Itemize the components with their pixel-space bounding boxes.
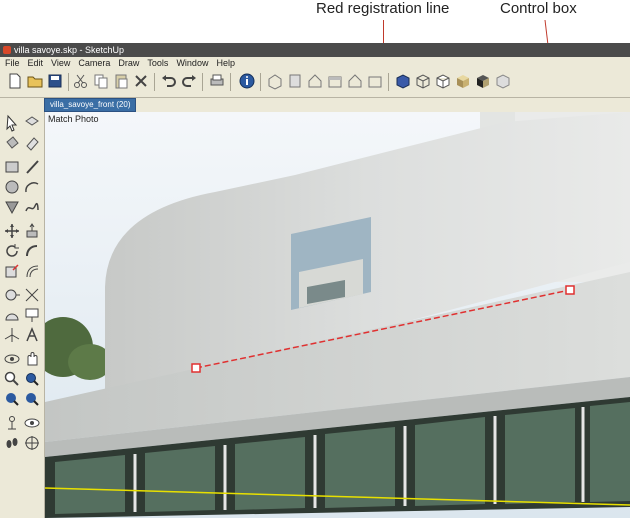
menu-camera[interactable]: Camera xyxy=(75,57,113,69)
scene-tabs-bar: villa_savoye_front (20) xyxy=(0,98,630,112)
front-view-icon[interactable] xyxy=(306,72,324,90)
left-toolbar xyxy=(0,112,45,518)
sketchup-window: villa savoye.skp - SketchUp File Edit View… xyxy=(0,43,630,518)
top-view-icon[interactable] xyxy=(286,72,304,90)
callout-red-registration-line: Red registration line xyxy=(316,0,450,17)
freehand-icon[interactable] xyxy=(23,198,41,216)
red-registration-line xyxy=(195,289,571,369)
control-box-right xyxy=(565,285,575,295)
pan-icon[interactable] xyxy=(23,350,41,368)
open-icon[interactable] xyxy=(26,72,44,90)
title-bar: villa savoye.skp - SketchUp xyxy=(0,43,630,57)
make-component-icon[interactable] xyxy=(23,114,41,132)
undo-icon[interactable] xyxy=(160,72,178,90)
walk-icon[interactable] xyxy=(3,434,21,452)
monochrome-icon[interactable] xyxy=(494,72,512,90)
wireframe-icon[interactable] xyxy=(414,72,432,90)
toolbar-separator xyxy=(260,73,261,91)
axes-icon[interactable] xyxy=(3,326,21,344)
menu-tools[interactable]: Tools xyxy=(144,57,171,69)
menu-draw[interactable]: Draw xyxy=(115,57,142,69)
main-toolbar xyxy=(0,69,630,98)
rectangle-icon[interactable] xyxy=(3,158,21,176)
menu-help[interactable]: Help xyxy=(213,57,238,69)
section-plane-icon[interactable] xyxy=(23,434,41,452)
shaded-icon[interactable] xyxy=(454,72,472,90)
dimension-icon[interactable] xyxy=(23,286,41,304)
orbit-icon[interactable] xyxy=(3,350,21,368)
polygon-icon[interactable] xyxy=(3,198,21,216)
control-box-left xyxy=(191,363,201,373)
callout-control-box: Control box xyxy=(500,0,577,17)
red-registration-line-overlay xyxy=(191,285,575,373)
menu-bar: File Edit View Camera Draw Tools Window Help xyxy=(0,57,630,69)
zoom-window-icon[interactable] xyxy=(23,370,41,388)
sketchup-logo-icon xyxy=(3,46,11,54)
iso-view-icon[interactable] xyxy=(266,72,284,90)
erase-icon[interactable] xyxy=(132,72,150,90)
menu-view[interactable]: View xyxy=(48,57,73,69)
cut-icon[interactable] xyxy=(72,72,90,90)
window-title: villa savoye.skp - SketchUp xyxy=(14,45,125,55)
push-pull-icon[interactable] xyxy=(23,222,41,240)
toolbar-separator xyxy=(202,73,203,91)
toolbar-separator xyxy=(230,73,231,91)
select-icon[interactable] xyxy=(3,114,21,132)
hidden-line-icon[interactable] xyxy=(434,72,452,90)
text-icon[interactable] xyxy=(23,306,41,324)
protractor-icon[interactable] xyxy=(3,306,21,324)
eraser-icon[interactable] xyxy=(23,134,41,152)
shaded-textures-icon[interactable] xyxy=(474,72,492,90)
menu-edit[interactable]: Edit xyxy=(25,57,47,69)
zoom-extents-icon[interactable] xyxy=(23,390,41,408)
model-info-icon[interactable] xyxy=(238,72,256,90)
toolbar-separator xyxy=(154,73,155,91)
arc-icon[interactable] xyxy=(23,178,41,196)
left-view-icon[interactable] xyxy=(366,72,384,90)
zoom-icon[interactable] xyxy=(3,370,21,388)
print-icon[interactable] xyxy=(208,72,226,90)
offset-icon[interactable] xyxy=(23,262,41,280)
save-icon[interactable] xyxy=(46,72,64,90)
toolbar-separator xyxy=(68,73,69,91)
new-icon[interactable] xyxy=(6,72,24,90)
menu-file[interactable]: File xyxy=(2,57,23,69)
tab-villa-savoye-front[interactable]: villa_savoye_front (20) xyxy=(44,98,137,112)
move-icon[interactable] xyxy=(3,222,21,240)
copy-icon[interactable] xyxy=(92,72,110,90)
paint-bucket-icon[interactable] xyxy=(3,134,21,152)
match-photo-label: Match Photo xyxy=(48,114,99,124)
position-camera-icon[interactable] xyxy=(3,414,21,432)
follow-me-icon[interactable] xyxy=(23,242,41,260)
back-view-icon[interactable] xyxy=(346,72,364,90)
tape-measure-icon[interactable] xyxy=(3,286,21,304)
toolbar-separator xyxy=(388,73,389,91)
redo-icon[interactable] xyxy=(180,72,198,90)
drawing-viewport[interactable]: Match Photo xyxy=(45,112,630,518)
scale-icon[interactable] xyxy=(3,262,21,280)
xray-icon[interactable] xyxy=(394,72,412,90)
right-view-icon[interactable] xyxy=(326,72,344,90)
3d-text-icon[interactable] xyxy=(23,326,41,344)
rotate-icon[interactable] xyxy=(3,242,21,260)
circle-icon[interactable] xyxy=(3,178,21,196)
previous-icon[interactable] xyxy=(3,390,21,408)
paste-icon[interactable] xyxy=(112,72,130,90)
look-around-icon[interactable] xyxy=(23,414,41,432)
menu-window[interactable]: Window xyxy=(173,57,211,69)
line-icon[interactable] xyxy=(23,158,41,176)
